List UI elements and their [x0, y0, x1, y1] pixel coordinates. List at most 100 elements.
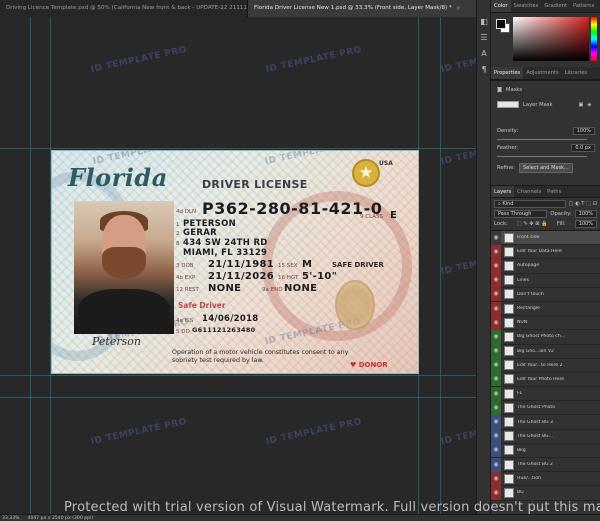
feather-input[interactable]: 0.0 px: [571, 144, 595, 152]
layer-thumbnail: [504, 232, 514, 243]
hue-slider[interactable]: [591, 17, 597, 61]
zoom-level[interactable]: 33.33%: [2, 516, 20, 521]
layer-thumbnail: [504, 459, 514, 470]
eye-icon[interactable]: ◉: [491, 329, 501, 344]
eye-icon[interactable]: ◉: [491, 344, 501, 359]
layer-row[interactable]: ◉ Big Gho...ion V2: [491, 344, 600, 359]
dd-label: 5 DD: [176, 329, 190, 335]
eye-icon[interactable]: ◉: [491, 273, 501, 288]
eye-icon[interactable]: ◉: [491, 429, 501, 444]
density-slider[interactable]: [497, 139, 587, 140]
tab-channels[interactable]: Channels: [514, 186, 544, 197]
watermark: ID TEMPLATE PRO: [440, 137, 476, 168]
document-info[interactable]: 4047 px x 2540 px (300 ppi): [28, 516, 94, 521]
layer-row[interactable]: ◉ The Ghost BG 3: [491, 415, 600, 430]
state-name: Florida: [68, 163, 168, 192]
fill-input[interactable]: 100%: [574, 220, 597, 228]
eye-icon[interactable]: ◉: [491, 358, 501, 373]
eye-icon[interactable]: ◉: [491, 400, 501, 415]
dob-value: 21/11/1981: [208, 259, 274, 270]
tab-libraries[interactable]: Libraries: [562, 67, 590, 79]
eye-icon[interactable]: ◉: [491, 415, 501, 430]
eye-icon[interactable]: ◉: [491, 287, 501, 302]
sex-value: M: [302, 259, 313, 270]
eye-icon[interactable]: ◉: [491, 372, 501, 387]
close-icon[interactable]: ×: [456, 0, 461, 17]
eye-icon[interactable]: ◉: [491, 244, 501, 259]
layer-thumbnail: [504, 445, 514, 456]
select-and-mask-button[interactable]: Select and Mask...: [519, 163, 573, 173]
layer-row[interactable]: ◉ Edit Your Data Here: [491, 244, 600, 260]
tab-adjustments[interactable]: Adjustments: [523, 67, 562, 79]
donor-label: ♥ DONOR: [350, 361, 388, 369]
layer-row[interactable]: ◉ Rectangle: [491, 301, 600, 317]
tab-florida-driver-license[interactable]: Florida Driver License New 1.psd @ 33.3%…: [248, 0, 490, 17]
layer-row[interactable]: ◉ The Ghost BG 2: [491, 457, 600, 473]
color-picker-field[interactable]: [513, 17, 589, 61]
tab-swatches[interactable]: Swatches: [511, 0, 542, 12]
layer-row[interactable]: ◉ BG: [491, 485, 600, 501]
layer-name: FL: [517, 391, 523, 397]
fill-label: Fill:: [556, 221, 566, 227]
history-icon[interactable]: ◧: [477, 14, 491, 30]
layer-row[interactable]: ◉ Big Ghost Photo ch...: [491, 329, 600, 345]
foreground-color-swatch[interactable]: [496, 19, 506, 29]
blend-mode-select[interactable]: Pass Through: [494, 210, 548, 218]
eye-icon[interactable]: ◉: [491, 471, 501, 486]
layer-mask-thumbnail[interactable]: [497, 101, 519, 108]
document-canvas[interactable]: ID TEMPLATE PRO ID TEMPLATE PRO ID TEMPL…: [0, 17, 476, 514]
layer-row[interactable]: ◉ Bkg: [491, 443, 600, 458]
layer-name: Big Ghost Photo ch...: [517, 334, 566, 340]
layer-row[interactable]: ◉ Don't touch: [491, 287, 600, 302]
eye-icon[interactable]: ◉: [491, 457, 501, 472]
layer-row[interactable]: ◉ Front side: [491, 230, 600, 246]
layer-row[interactable]: ◉ Edit Your Photo Here: [491, 372, 600, 388]
character-icon[interactable]: A: [477, 46, 491, 62]
layer-row[interactable]: ◉ Lines: [491, 273, 600, 288]
vector-mask-icon[interactable]: ◈: [587, 102, 591, 108]
layer-row[interactable]: ◉ The Ghost BG...: [491, 429, 600, 444]
eye-icon[interactable]: ◉: [491, 443, 501, 458]
filter-icons[interactable]: ▢ ◐ T ⬚ ⊡: [569, 201, 597, 207]
layer-row[interactable]: ◉ NUN: [491, 315, 600, 331]
layer-row[interactable]: ◉ The Ghost Photo: [491, 400, 600, 416]
dd-value: G611121263480: [192, 326, 256, 334]
layer-row[interactable]: ◉ Edit Your...to Here 2: [491, 358, 600, 373]
tab-properties[interactable]: Properties: [491, 67, 524, 79]
eye-icon[interactable]: ◉: [491, 258, 501, 273]
density-input[interactable]: 100%: [572, 127, 595, 135]
eye-icon[interactable]: ◉: [491, 301, 501, 316]
feather-row: Feather: 0.0 px: [497, 144, 595, 152]
layer-row[interactable]: ◉ Hue/...tion: [491, 471, 600, 487]
sex-label: 15 SEX: [278, 263, 298, 269]
eye-icon[interactable]: ◉: [491, 386, 501, 401]
eye-icon[interactable]: ◉: [491, 315, 501, 330]
paragraph-icon[interactable]: ¶: [477, 62, 491, 78]
filter-row: ⌕ Kind ▢ ◐ T ⬚ ⊡: [494, 200, 597, 208]
eye-icon[interactable]: ◉: [491, 230, 501, 245]
eye-icon[interactable]: ◉: [491, 485, 501, 500]
tab-paths[interactable]: Paths: [544, 186, 564, 197]
properties-icon[interactable]: ☰: [477, 30, 491, 46]
refine-row: Refine: Select and Mask...: [497, 163, 573, 173]
pixel-mask-icon[interactable]: ▣: [578, 102, 583, 108]
tab-color[interactable]: Color: [491, 0, 511, 12]
last-name-num: 1: [176, 222, 180, 228]
iss-label: 4a ISS: [176, 318, 194, 324]
layer-row[interactable]: ◉ Autopage: [491, 258, 600, 274]
feather-slider[interactable]: [497, 156, 587, 157]
tab-driving-licence-template[interactable]: Driving Licence Template.psd @ 50% (Cali…: [0, 0, 248, 17]
opacity-input[interactable]: 100%: [574, 210, 597, 218]
tab-patterns[interactable]: Patterns: [570, 0, 597, 12]
color-panel-tabs: Color Swatches Gradient Patterns: [491, 0, 600, 13]
kind-filter-select[interactable]: ⌕ Kind: [494, 200, 566, 208]
lock-icons[interactable]: ⬚ ✎ ✥ ⊠ 🔒: [517, 221, 548, 227]
tab-layers[interactable]: Layers: [491, 186, 515, 197]
dl-label: 4d DLN: [176, 209, 197, 215]
status-bar: 33.33% 4047 px x 2540 px (300 ppi): [0, 514, 600, 521]
layer-row[interactable]: ◉ FL: [491, 386, 600, 402]
tab-gradient[interactable]: Gradient: [541, 0, 570, 12]
license-number: P362-280-81-421-0: [202, 199, 383, 218]
watermark: ID TEMPLATE PRO: [265, 44, 363, 76]
end-value: NONE: [284, 283, 318, 294]
